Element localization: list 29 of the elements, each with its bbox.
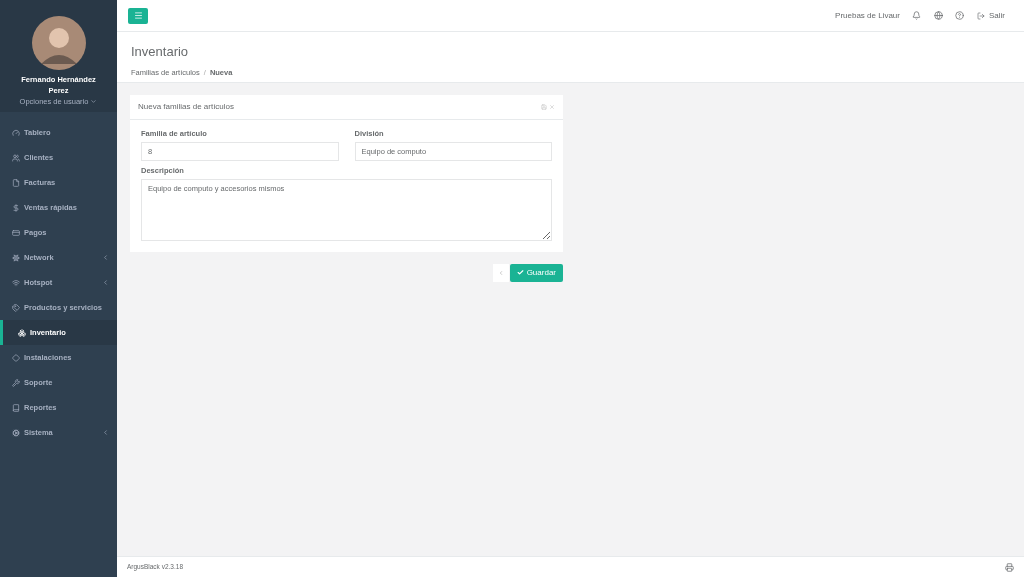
logout-button[interactable]: Salir	[977, 9, 1005, 22]
menu-button[interactable]	[128, 7, 148, 24]
wrench-icon	[12, 378, 20, 387]
wifi-icon	[12, 278, 20, 287]
globe-icon[interactable]	[934, 11, 943, 20]
logout-icon	[977, 11, 985, 20]
users-icon	[12, 153, 20, 162]
help-icon[interactable]	[955, 11, 964, 20]
card-icon	[12, 228, 20, 237]
gauge-icon	[12, 128, 20, 137]
dollar-icon	[12, 203, 20, 212]
chevron-icon	[497, 269, 504, 276]
diamond-icon	[12, 353, 20, 362]
tags-icon	[12, 303, 20, 312]
check-icon	[516, 269, 524, 276]
gear-icon	[12, 428, 20, 437]
book-icon	[12, 403, 20, 412]
panel-title: Nueva familias de artículos	[138, 101, 236, 113]
save-button[interactable]: Guardar	[509, 263, 563, 282]
account-name: Pruebas de Livaur	[835, 9, 900, 22]
menu-icon	[133, 11, 143, 20]
page-title: Inventario	[131, 43, 190, 61]
printer-icon[interactable]	[1005, 562, 1014, 572]
bell-icon[interactable]	[912, 11, 921, 20]
avatar	[31, 16, 86, 70]
caret-icon	[90, 98, 98, 106]
file-icon	[12, 178, 20, 187]
boxes-icon	[18, 328, 26, 337]
snowflake-icon	[12, 253, 20, 262]
